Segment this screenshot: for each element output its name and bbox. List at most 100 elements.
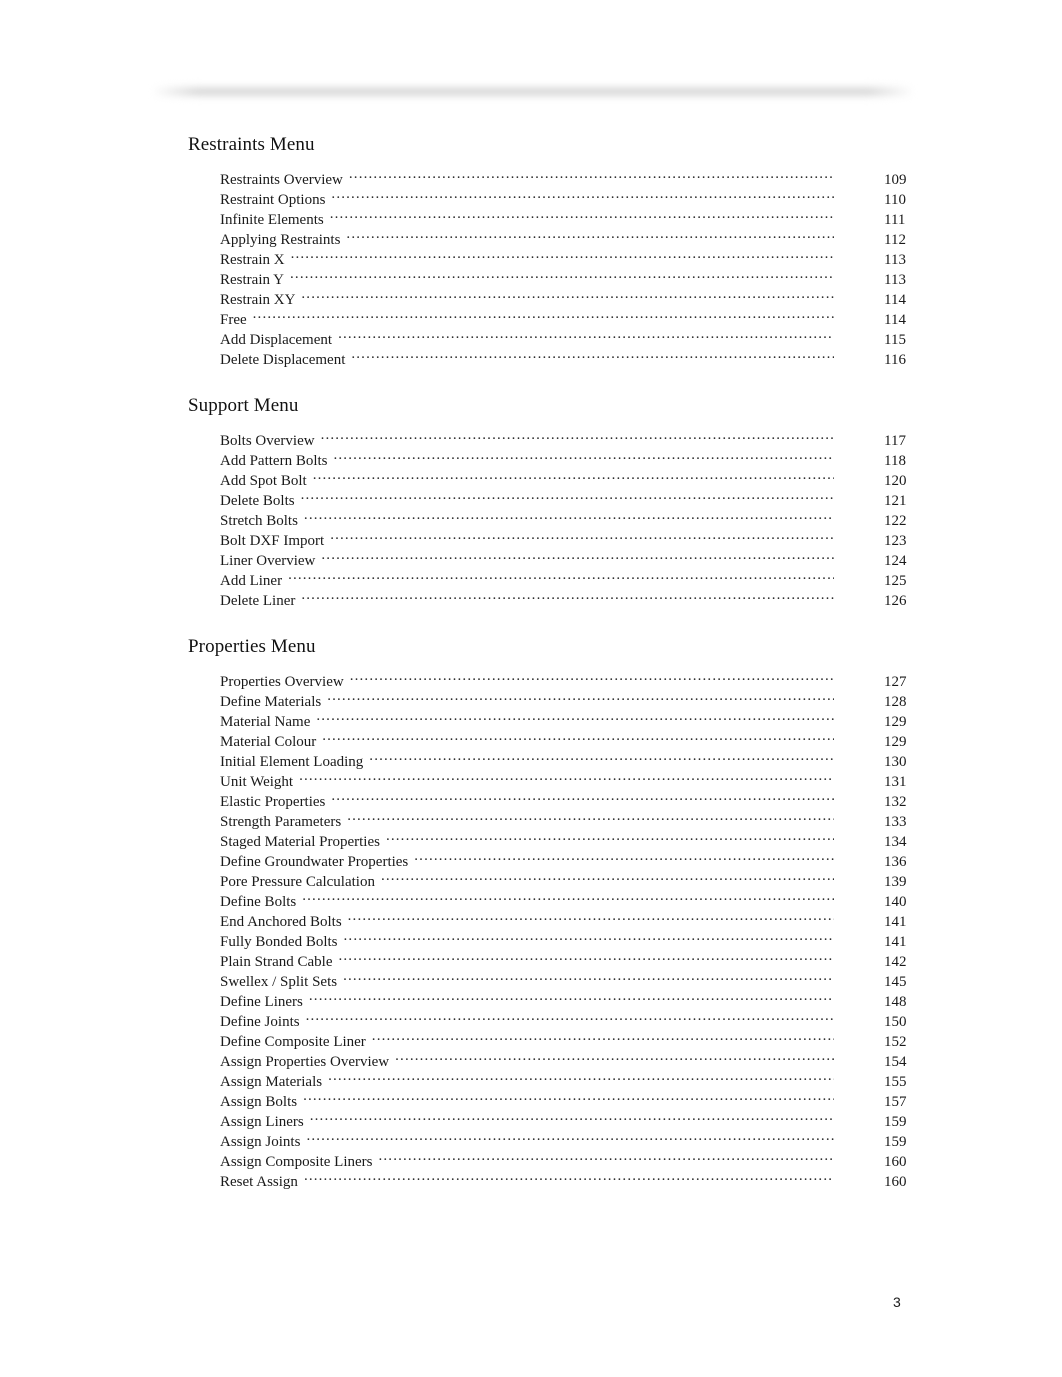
- toc-entry[interactable]: Restrain X 113: [220, 244, 928, 268]
- toc-entry[interactable]: Assign Liners 159: [220, 1106, 928, 1130]
- toc-dot-leader: [334, 445, 835, 465]
- toc-entry-page-number: 132: [884, 794, 907, 810]
- toc-dot-leader: [372, 1026, 834, 1046]
- toc-entry-title: Add Spot Bolt: [220, 473, 307, 489]
- toc-entry-page-number: 123: [884, 533, 907, 549]
- toc-entry-page-number: 130: [884, 754, 907, 770]
- toc-entry-page-number: 110: [884, 192, 906, 208]
- toc-dot-leader: [301, 485, 834, 505]
- toc-entry-title: Free: [220, 312, 247, 328]
- toc-entry[interactable]: Material Name 129: [220, 706, 928, 730]
- toc-entry[interactable]: Unit Weight 131: [220, 766, 928, 790]
- toc-dot-leader: [346, 224, 834, 244]
- toc-dot-leader: [331, 786, 834, 806]
- toc-entry-page-number: 129: [884, 734, 907, 750]
- toc-entry-page-number: 113: [884, 272, 906, 288]
- toc-dot-leader: [327, 686, 834, 706]
- toc-entry[interactable]: Stretch Bolts 122: [220, 505, 928, 529]
- toc-dot-leader: [306, 1006, 834, 1026]
- toc-entry[interactable]: Liner Overview124: [220, 545, 928, 569]
- toc-entry[interactable]: Define Liners 148: [220, 986, 928, 1010]
- toc-entry[interactable]: Assign Joints 159: [220, 1126, 928, 1150]
- toc-entry[interactable]: Reset Assign 160: [220, 1166, 928, 1190]
- toc-entry-title: Material Name: [220, 714, 311, 730]
- toc-entry[interactable]: End Anchored Bolts 141: [220, 906, 928, 930]
- toc-entry[interactable]: Initial Element Loading130: [220, 746, 928, 770]
- toc-entry[interactable]: Add Liner 125: [220, 565, 928, 589]
- toc-dot-leader: [291, 244, 834, 264]
- toc-dot-leader: [288, 565, 834, 585]
- toc-entry-title: Material Colour: [220, 734, 317, 750]
- toc-entry[interactable]: Properties Overview127: [220, 666, 928, 690]
- toc-entry-title: Infinite Elements: [220, 212, 324, 228]
- toc-entry[interactable]: Define Joints 150: [220, 1006, 928, 1030]
- toc-dot-leader: [339, 946, 835, 966]
- toc-entry-title: Define Composite Liner: [220, 1034, 366, 1050]
- toc-dot-leader: [386, 826, 834, 846]
- toc-entry-title: Assign Bolts: [220, 1094, 298, 1110]
- toc-dot-leader: [331, 184, 834, 204]
- toc-entry[interactable]: Assign Bolts 157: [220, 1086, 928, 1110]
- toc-entry[interactable]: Add Displacement 115: [220, 324, 928, 348]
- toc-entry-page-number: 118: [884, 453, 906, 469]
- toc-entry-page-number: 115: [884, 332, 906, 348]
- toc-entry-page-number: 150: [884, 1014, 907, 1030]
- toc-dot-leader: [348, 906, 834, 926]
- toc-entry[interactable]: Restrain XY114: [220, 284, 928, 308]
- toc-dot-leader: [309, 986, 834, 1006]
- toc-dot-leader: [313, 465, 834, 485]
- toc-dot-leader: [343, 966, 834, 986]
- toc-entry-title: Add Liner: [220, 573, 283, 589]
- toc-entry-title: Delete Liner: [220, 593, 296, 609]
- toc-entry-page-number: 141: [884, 914, 907, 930]
- toc-dot-leader: [379, 1146, 835, 1166]
- toc-dot-leader: [349, 164, 834, 184]
- toc-dot-leader: [414, 846, 834, 866]
- toc-entry-page-number: 140: [884, 894, 907, 910]
- toc-entry-page-number: 160: [884, 1154, 907, 1170]
- toc-entry[interactable]: Add Spot Bolt 120: [220, 465, 928, 489]
- toc-entry[interactable]: Define Bolts 140: [220, 886, 928, 910]
- toc-entry-page-number: 159: [884, 1114, 907, 1130]
- toc-entry[interactable]: Elastic Properties 132: [220, 786, 928, 810]
- toc-entry[interactable]: Define Composite Liner 152: [220, 1026, 928, 1050]
- toc-entry[interactable]: Delete Liner 126: [220, 585, 928, 609]
- toc-dot-leader: [301, 585, 834, 605]
- toc-dot-leader: [253, 304, 834, 324]
- toc-entry-title: Reset Assign: [220, 1174, 298, 1190]
- toc-entry-page-number: 111: [884, 212, 906, 228]
- toc-dot-leader: [347, 806, 834, 826]
- toc-entry[interactable]: Add Pattern Bolts118: [220, 445, 928, 469]
- toc-entry[interactable]: Bolt DXF Import 123: [220, 525, 928, 549]
- toc-entry-page-number: 116: [884, 352, 906, 368]
- toc-entry[interactable]: Material Colour 129: [220, 726, 928, 750]
- toc-entry-page-number: 139: [884, 874, 907, 890]
- toc-section: Support Menu Bolts Overview 117Add Pattern…: [188, 394, 928, 609]
- toc-entry-list: Properties Overview127 Define Materials 12…: [188, 666, 928, 1190]
- toc-entry-page-number: 155: [884, 1074, 907, 1090]
- toc-entry[interactable]: Restraints Overview 109: [220, 164, 928, 188]
- toc-entry[interactable]: Restrain Y 113: [220, 264, 928, 288]
- table-of-contents: Restraints MenuRestraints Overview109Res…: [188, 133, 928, 1190]
- toc-entry-page-number: 154: [884, 1054, 907, 1070]
- toc-entry-title: Add Displacement: [220, 332, 333, 348]
- toc-entry-page-number: 128: [884, 694, 907, 710]
- toc-dot-leader: [322, 726, 834, 746]
- toc-entry[interactable]: Bolts Overview 117: [220, 425, 928, 449]
- toc-entry[interactable]: Assign Composite Liners160: [220, 1146, 928, 1170]
- toc-dot-leader: [303, 1086, 834, 1106]
- toc-entry-title: Assign Liners: [220, 1114, 304, 1130]
- toc-entry-title: Bolts Overview: [220, 433, 315, 449]
- toc-dot-leader: [338, 324, 834, 344]
- toc-dot-leader: [330, 204, 834, 224]
- toc-entry-page-number: 125: [884, 573, 907, 589]
- toc-entry-title: Define Liners: [220, 994, 303, 1010]
- toc-entry-page-number: 126: [884, 593, 907, 609]
- toc-entry[interactable]: Free 114: [220, 304, 928, 328]
- toc-entry-page-number: 127: [884, 674, 907, 690]
- toc-dot-leader: [301, 284, 834, 304]
- toc-entry-title: Plain Strand Cable: [220, 954, 333, 970]
- toc-entry-title: Define Bolts: [220, 894, 297, 910]
- header-rule-decoration: [152, 84, 914, 99]
- toc-entry[interactable]: Delete Bolts 121: [220, 485, 928, 509]
